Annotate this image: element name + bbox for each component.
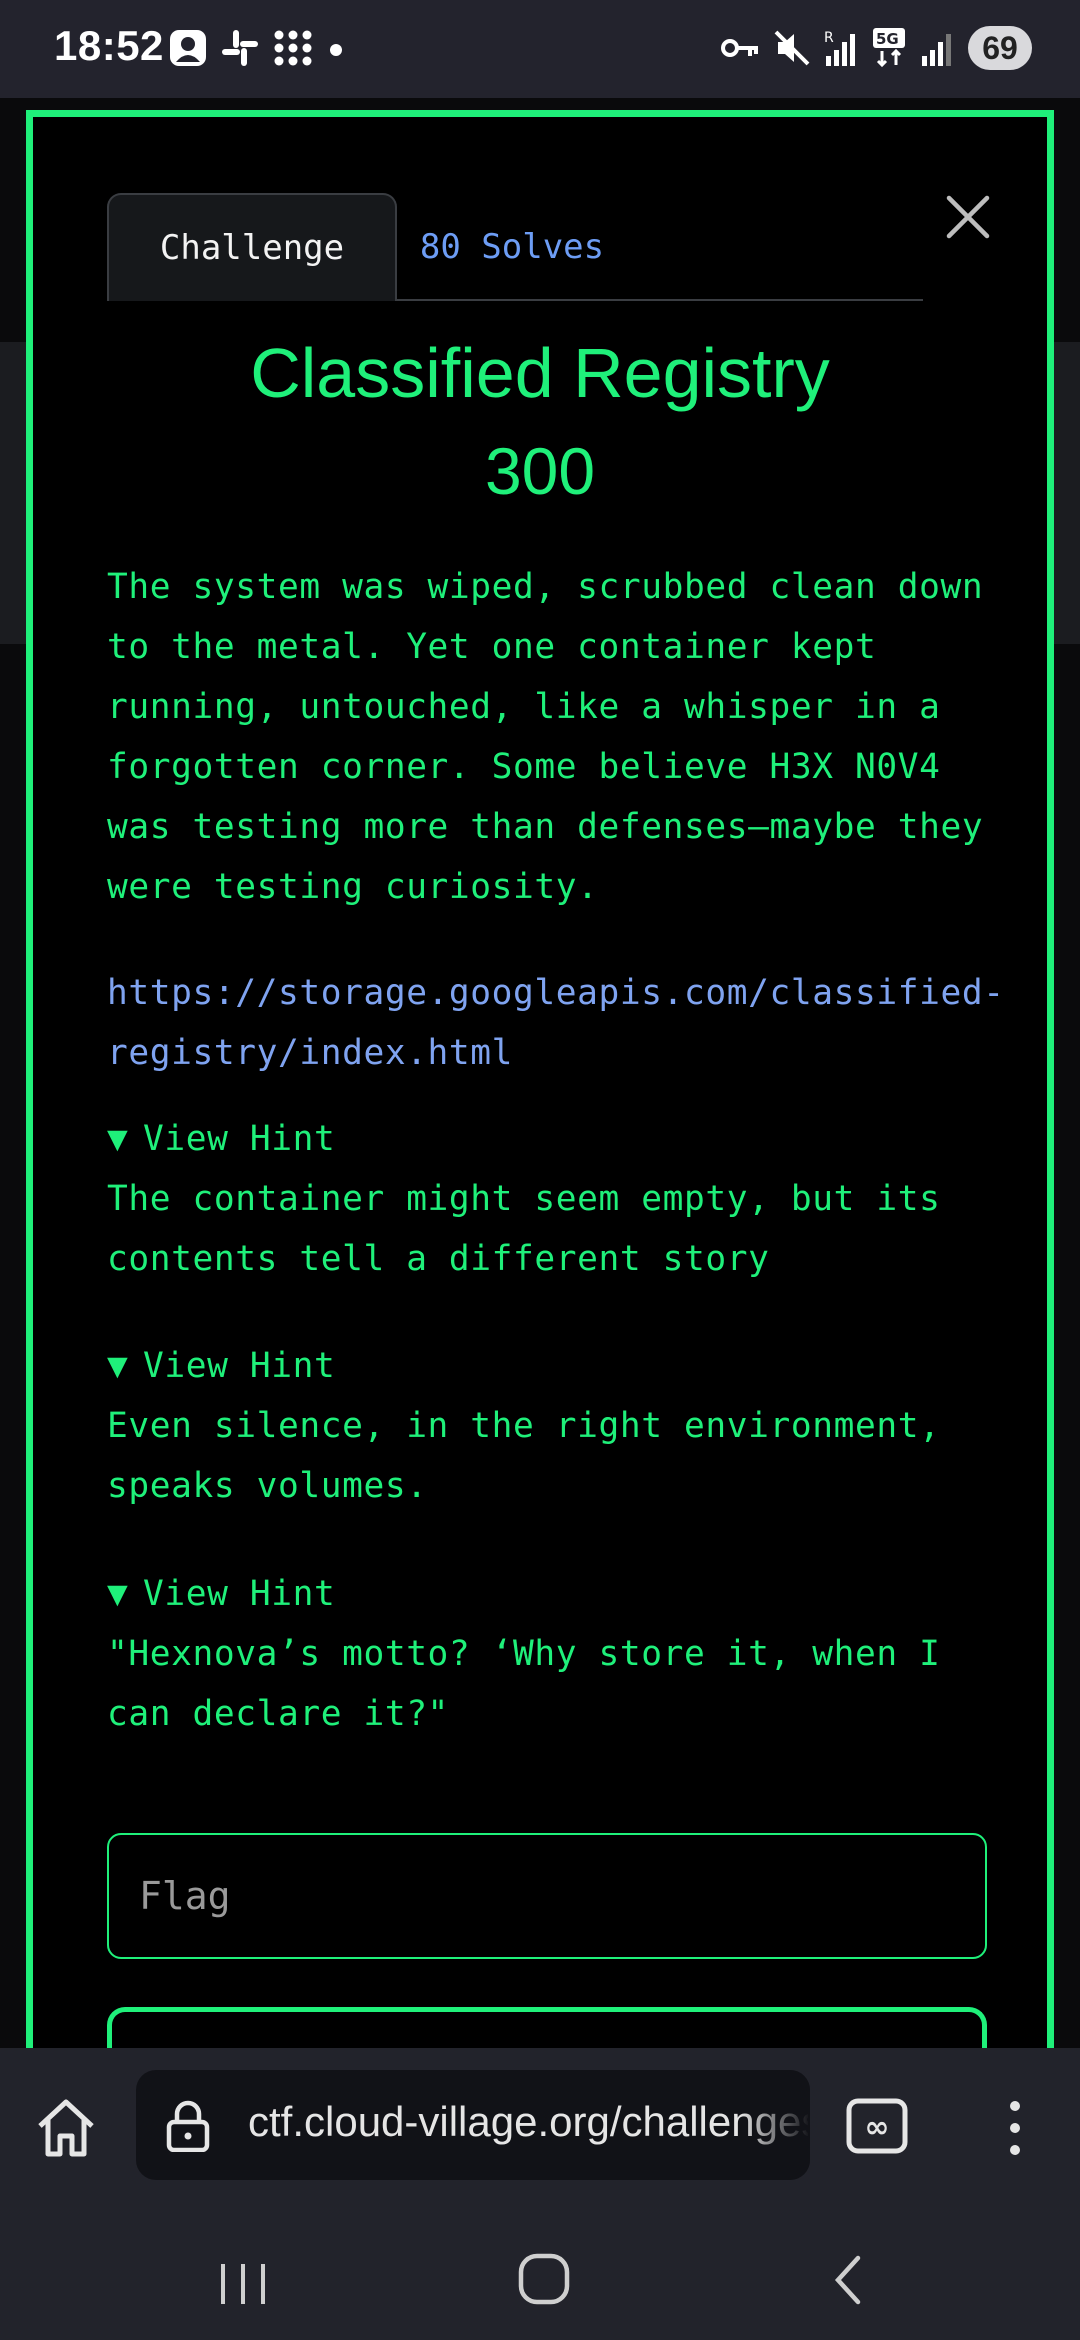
hint-toggle[interactable]: ▼ View Hint <box>107 1336 1007 1396</box>
dot-icon <box>330 44 342 56</box>
wifi-calling-icon: R <box>824 30 855 66</box>
vpn-key-icon <box>721 39 758 57</box>
challenge-description: The system was wiped, scrubbed clean dow… <box>107 567 984 907</box>
app-notification-icon <box>170 30 206 66</box>
tab-challenge[interactable]: Challenge <box>107 193 397 301</box>
url-text: ctf.cloud-village.org/challenges <box>248 2098 808 2145</box>
dots-grid-icon <box>274 30 312 66</box>
status-bar: 18:52 R 5G 69 <box>0 0 1080 98</box>
url-fade <box>740 2070 810 2180</box>
challenge-modal: Challenge 80 Solves Classified Registry … <box>26 110 1054 2107</box>
recents-icon[interactable] <box>215 2256 271 2312</box>
mute-icon <box>774 30 810 66</box>
hint-summary-label: View Hint <box>143 1574 336 1614</box>
hint-summary-label: View Hint <box>143 1346 336 1386</box>
url-bar[interactable]: ctf.cloud-village.org/challenges <box>136 2070 810 2180</box>
svg-text:∞: ∞ <box>865 2110 890 2145</box>
triangle-down-icon: ▼ <box>107 1574 129 1614</box>
home-icon[interactable] <box>30 2092 102 2164</box>
svg-text:R: R <box>824 30 834 46</box>
hint-block: ▼ View Hint "Hexnova’s motto? ‘Why store … <box>107 1564 1007 1744</box>
svg-text:5G: 5G <box>876 30 899 48</box>
challenge-link[interactable]: https://storage.googleapis.com/classifie… <box>107 963 1007 1083</box>
hint-summary-label: View Hint <box>143 1119 336 1159</box>
flag-input[interactable] <box>107 1833 987 1959</box>
notification-icons <box>168 28 346 68</box>
system-icons: R 5G 69 <box>720 26 1032 70</box>
browser-toolbar: ctf.cloud-village.org/challenges ∞ <box>0 2048 1080 2220</box>
triangle-down-icon: ▼ <box>107 1119 129 1159</box>
hint-text: "Hexnova’s motto? ‘Why store it, when I … <box>107 1634 941 1734</box>
hint-block: ▼ View Hint The container might seem empt… <box>107 1109 1007 1289</box>
challenge-title: Classified Registry <box>250 334 830 412</box>
battery-indicator: 69 <box>968 26 1032 70</box>
tab-solves[interactable]: 80 Solves <box>407 193 617 301</box>
tab-switcher-icon[interactable]: ∞ <box>846 2098 908 2154</box>
hint-text: Even silence, in the right environment, … <box>107 1406 941 1506</box>
5g-icon: 5G <box>873 28 905 68</box>
back-icon[interactable] <box>828 2252 868 2308</box>
challenge-points: 300 <box>484 434 596 508</box>
slack-icon <box>222 30 258 66</box>
triangle-down-icon: ▼ <box>107 1346 129 1386</box>
system-nav-bar <box>0 2220 1080 2340</box>
hint-toggle[interactable]: ▼ View Hint <box>107 1564 1007 1624</box>
status-time: 18:52 <box>54 22 164 69</box>
more-vert-icon[interactable] <box>1000 2092 1030 2164</box>
close-icon[interactable] <box>933 182 1003 252</box>
lock-icon <box>166 2100 210 2152</box>
hint-toggle[interactable]: ▼ View Hint <box>107 1109 1007 1169</box>
home-circle-icon[interactable] <box>517 2252 571 2306</box>
hint-block: ▼ View Hint Even silence, in the right en… <box>107 1336 1007 1516</box>
signal-icon <box>922 34 951 66</box>
modal-tabs: Challenge 80 Solves <box>107 193 923 301</box>
hint-text: The container might seem empty, but its … <box>107 1179 941 1279</box>
